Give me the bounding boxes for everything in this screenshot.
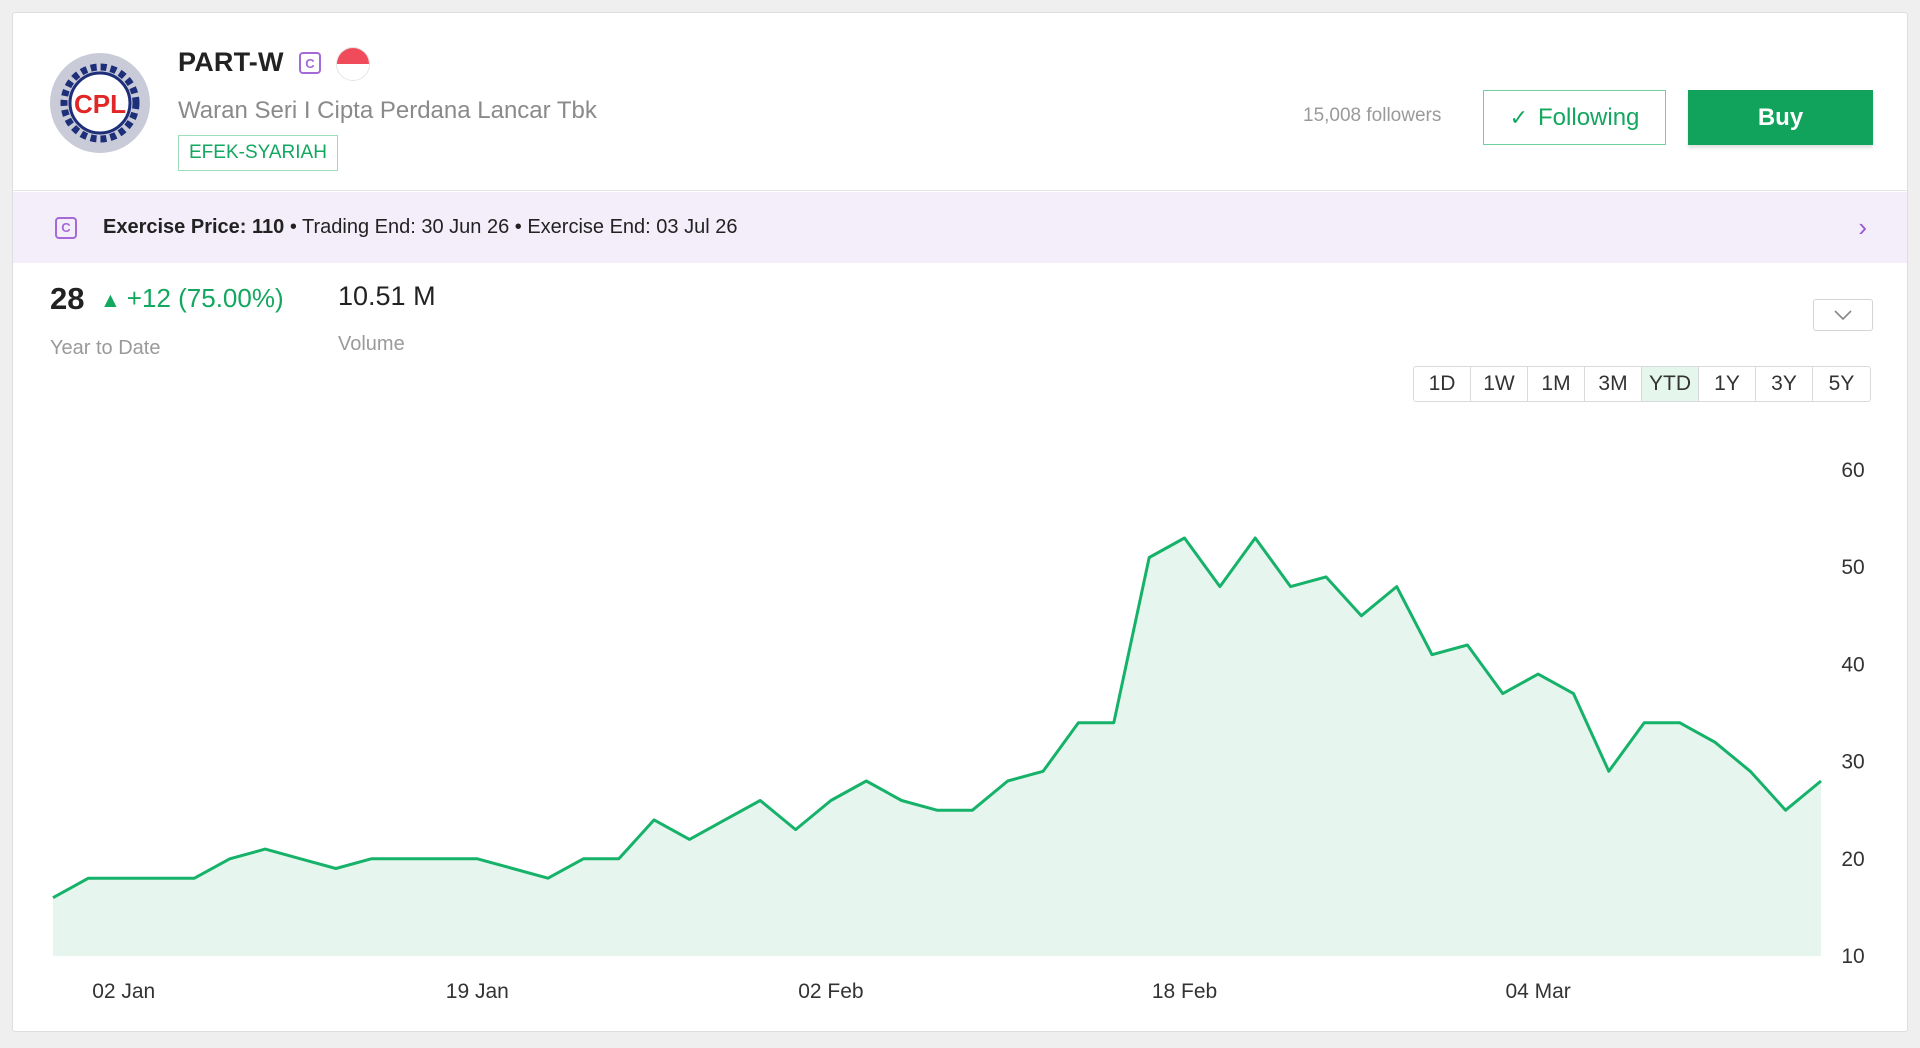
- warrant-info-strip[interactable]: C Exercise Price: 110 • Trading End: 30 …: [13, 192, 1907, 263]
- range-tab-1m[interactable]: 1M: [1528, 367, 1585, 401]
- x-tick-label: 02 Jan: [92, 980, 155, 1003]
- up-arrow-icon: ▲: [100, 289, 121, 312]
- x-tick-label: 02 Feb: [798, 980, 863, 1003]
- category-c-badge-icon: C: [299, 52, 321, 74]
- following-label: Following: [1538, 103, 1640, 131]
- range-tab-1d[interactable]: 1D: [1414, 367, 1471, 401]
- company-name: Waran Seri I Cipta Perdana Lancar Tbk: [178, 97, 597, 124]
- check-icon: ✓: [1509, 104, 1529, 130]
- y-tick-label: 60: [1841, 459, 1864, 482]
- indonesia-flag-icon: [336, 47, 370, 81]
- y-axis: 60 50 40 30 20 10: [1841, 459, 1864, 968]
- following-button[interactable]: ✓ Following: [1483, 90, 1666, 145]
- y-tick-label: 10: [1841, 945, 1864, 968]
- y-tick-label: 30: [1841, 751, 1864, 774]
- ticker-symbol: PART-W: [178, 47, 284, 77]
- company-logo: CPL: [50, 53, 150, 153]
- chevron-right-icon[interactable]: ›: [1858, 212, 1867, 243]
- stock-header: CPL PART-W C Waran Seri I Cipta Perdana …: [13, 13, 1907, 191]
- range-tab-1w[interactable]: 1W: [1471, 367, 1528, 401]
- range-tab-ytd[interactable]: YTD: [1642, 367, 1699, 401]
- period-label: Year to Date: [50, 337, 161, 359]
- range-tab-5y[interactable]: 5Y: [1813, 367, 1870, 401]
- price-change-value: +12 (75.00%): [126, 283, 284, 313]
- chevron-down-icon: [1834, 310, 1852, 320]
- y-tick-label: 50: [1841, 556, 1864, 579]
- exercise-end: • Exercise End: 03 Jul 26: [509, 216, 738, 238]
- volume-label: Volume: [338, 333, 405, 355]
- x-tick-label: 18 Feb: [1152, 980, 1217, 1003]
- y-tick-label: 40: [1841, 653, 1864, 676]
- y-tick-label: 20: [1841, 848, 1864, 871]
- price-area-fill: [53, 538, 1821, 956]
- price-change: ▲ +12 (75.00%): [100, 283, 284, 314]
- stock-card: CPL PART-W C Waran Seri I Cipta Perdana …: [12, 12, 1908, 1032]
- efek-syariah-tag[interactable]: EFEK-SYARIAH: [178, 135, 338, 171]
- chart-options-dropdown[interactable]: [1813, 299, 1873, 331]
- logo-text: CPL: [74, 89, 126, 119]
- gear-logo-icon: CPL: [60, 63, 140, 143]
- warrant-info-text: Exercise Price: 110 • Trading End: 30 Ju…: [103, 216, 737, 239]
- x-tick-label: 19 Jan: [446, 980, 509, 1003]
- exercise-price: Exercise Price: 110: [103, 216, 285, 238]
- category-c-badge-icon: C: [55, 216, 77, 239]
- x-axis: 02 Jan 19 Jan 02 Feb 18 Feb 04 Mar: [92, 980, 1571, 1003]
- range-tab-3m[interactable]: 3M: [1585, 367, 1642, 401]
- range-tab-3y[interactable]: 3Y: [1756, 367, 1813, 401]
- price-chart: 60 50 40 30 20 10 02 Jan 19 Jan 02 Feb 18 Feb 04 …: [52, 459, 1865, 1003]
- volume-value: 10.51 M: [338, 281, 436, 311]
- trading-end: • Trading End: 30 Jun 26: [284, 216, 510, 238]
- x-tick-label: 04 Mar: [1505, 980, 1570, 1003]
- time-range-selector: 1D 1W 1M 3M YTD 1Y 3Y 5Y: [1413, 366, 1871, 402]
- followers-count: 15,008 followers: [1303, 105, 1442, 126]
- buy-button[interactable]: Buy: [1688, 90, 1873, 145]
- current-price: 28: [50, 281, 85, 316]
- range-tab-1y[interactable]: 1Y: [1699, 367, 1756, 401]
